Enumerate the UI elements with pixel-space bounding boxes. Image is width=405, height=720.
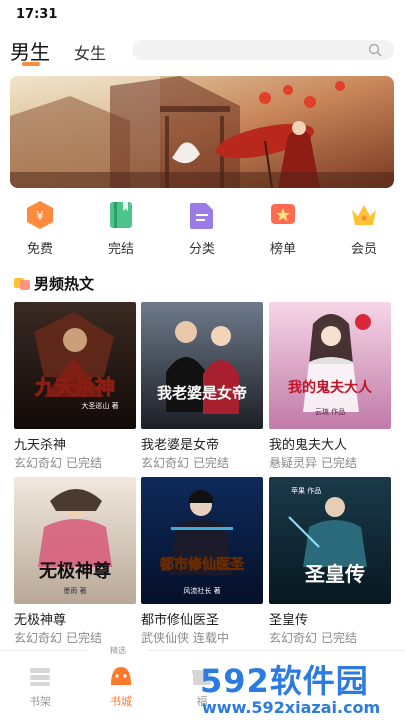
nav-store[interactable]: 书城 xyxy=(91,659,151,715)
book-title[interactable]: 都市修仙医圣 xyxy=(141,609,219,628)
book-cover[interactable]: 我老婆是女帝 xyxy=(141,302,263,429)
section-header: 男频热文 xyxy=(14,272,314,294)
cover-author: 大圣巡山 著 xyxy=(81,401,118,410)
book-cover[interactable]: 苹果 作品 圣皇传 xyxy=(269,477,391,604)
section-marker-icon xyxy=(14,278,30,290)
book-genre: 武侠仙侠 xyxy=(141,631,190,645)
cover-title: 都市修仙医圣 xyxy=(159,556,245,573)
book-status: 已完结 xyxy=(321,631,358,645)
tab-female[interactable]: 女生 xyxy=(74,40,106,64)
book-genre: 玄幻奇幻 xyxy=(141,456,190,470)
status-time: 17:31 xyxy=(16,7,58,22)
menu-ranking[interactable]: 榜单 xyxy=(253,198,313,258)
book-title[interactable]: 我的鬼夫大人 xyxy=(269,434,347,453)
book-status: 已完结 xyxy=(66,631,103,645)
cover-title: 我的鬼夫大人 xyxy=(288,379,373,396)
store-icon xyxy=(111,667,131,685)
document-icon xyxy=(190,203,213,229)
search-input[interactable] xyxy=(132,40,394,60)
banner-illustration xyxy=(10,76,394,188)
menu-label: 完结 xyxy=(107,242,134,257)
tab-active-indicator xyxy=(22,62,40,66)
search-icon[interactable] xyxy=(368,43,382,57)
book-cover[interactable]: 九天杀神 大圣巡山 著 xyxy=(14,302,136,429)
book-card[interactable]: 我老婆是女帝 我老婆是女帝 玄幻奇幻 已完结 xyxy=(141,302,263,474)
book-meta: 玄幻奇幻 已完结 xyxy=(141,454,233,471)
book-genre: 悬疑灵异 xyxy=(269,456,318,470)
book-status: 已完结 xyxy=(193,456,230,470)
cover-author: 墨雨 著 xyxy=(63,586,86,595)
promo-banner[interactable] xyxy=(10,76,394,188)
book-card[interactable]: 无极神尊 墨雨 著 无极神尊 玄幻奇幻 已完结 xyxy=(14,477,136,649)
cover-title: 九天杀神 xyxy=(34,375,115,399)
watermark-logo: 592软件园 www.592xiazai.com xyxy=(200,656,405,720)
book-card[interactable]: 九天杀神 大圣巡山 著 九天杀神 玄幻奇幻 已完结 xyxy=(14,302,136,474)
book-meta: 玄幻奇幻 已完结 xyxy=(14,629,106,646)
book-meta: 玄幻奇幻 已完结 xyxy=(14,454,106,471)
menu-free[interactable]: ¥ 免费 xyxy=(10,198,70,258)
nav-bookshelf[interactable]: 书架 xyxy=(10,659,70,715)
book-status: 已完结 xyxy=(66,456,103,470)
book-cover[interactable]: 无极神尊 墨雨 著 xyxy=(14,477,136,604)
book-title[interactable]: 我老婆是女帝 xyxy=(141,434,219,453)
crown-icon xyxy=(352,205,376,225)
coin-icon: ¥ xyxy=(27,201,53,229)
menu-label: 免费 xyxy=(26,242,53,257)
svg-text:¥: ¥ xyxy=(36,209,44,223)
nav-notch: 精选 xyxy=(88,645,148,657)
book-title[interactable]: 无极神尊 xyxy=(14,609,66,628)
book-genre: 玄幻奇幻 xyxy=(14,456,63,470)
ranking-flag-icon xyxy=(271,204,295,224)
menu-label: 分类 xyxy=(188,242,215,257)
book-meta: 武侠仙侠 连载中 xyxy=(141,629,233,646)
book-status: 已完结 xyxy=(321,456,358,470)
top-tabs: 男生 女生 xyxy=(0,34,405,74)
book-icon xyxy=(110,202,132,228)
watermark-brand: 592软件园 xyxy=(200,662,369,700)
book-genre: 玄幻奇幻 xyxy=(269,631,318,645)
menu-label: 会员 xyxy=(350,242,377,257)
book-genre: 玄幻奇幻 xyxy=(14,631,63,645)
book-card[interactable]: 我的鬼夫大人 云琉 作品 我的鬼夫大人 悬疑灵异 已完结 xyxy=(269,302,391,474)
bookshelf-icon xyxy=(30,668,50,686)
book-meta: 悬疑灵异 已完结 xyxy=(269,454,361,471)
menu-label: 榜单 xyxy=(269,242,296,257)
watermark-url: www.592xiazai.com xyxy=(202,698,381,717)
menu-category[interactable]: 分类 xyxy=(172,198,232,258)
book-card[interactable]: 苹果 作品 圣皇传 圣皇传 玄幻奇幻 已完结 xyxy=(269,477,391,649)
cover-author: 云琉 作品 xyxy=(315,407,345,416)
quick-menu: ¥ 免费 完结 分类 榜单 会员 xyxy=(0,198,405,258)
book-cover[interactable]: 我的鬼夫大人 云琉 作品 xyxy=(269,302,391,429)
cover-title: 我老婆是女帝 xyxy=(157,384,247,402)
nav-notch-label: 精选 xyxy=(110,646,126,655)
book-cover[interactable]: 都市修仙医圣 风流社长 著 xyxy=(141,477,263,604)
book-card[interactable]: 都市修仙医圣 风流社长 著 都市修仙医圣 武侠仙侠 连载中 xyxy=(141,477,263,649)
section-title: 男频热文 xyxy=(34,275,95,293)
cover-author: 风流社长 著 xyxy=(183,586,220,595)
nav-label: 书城 xyxy=(110,695,132,708)
cover-title: 无极神尊 xyxy=(39,560,111,582)
cover-title: 圣皇传 xyxy=(305,562,365,586)
nav-label: 书架 xyxy=(29,695,51,708)
tab-male[interactable]: 男生 xyxy=(10,36,50,65)
status-bar: 17:31 xyxy=(0,0,405,30)
book-title[interactable]: 九天杀神 xyxy=(14,434,66,453)
book-meta: 玄幻奇幻 已完结 xyxy=(269,629,361,646)
menu-vip[interactable]: 会员 xyxy=(334,198,394,258)
cover-author: 苹果 作品 xyxy=(291,486,321,495)
book-title[interactable]: 圣皇传 xyxy=(269,609,308,628)
menu-completed[interactable]: 完结 xyxy=(91,198,151,258)
book-status: 连载中 xyxy=(193,631,230,645)
